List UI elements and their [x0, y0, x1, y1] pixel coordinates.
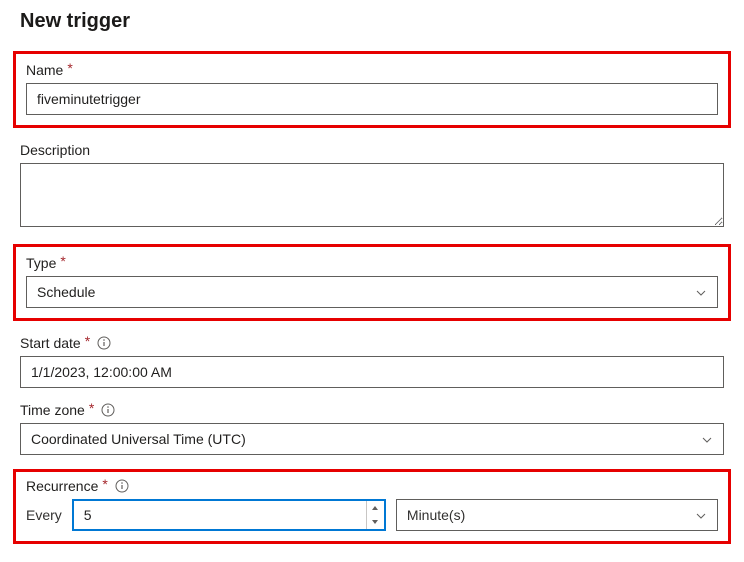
name-section-highlight: Name *: [13, 51, 731, 128]
spinner-up-button[interactable]: [367, 501, 384, 515]
type-field: Type * Schedule: [26, 255, 718, 308]
recurrence-every-value: 5: [84, 507, 366, 523]
type-label: Type: [26, 255, 56, 271]
type-section-highlight: Type * Schedule: [13, 244, 731, 321]
type-select[interactable]: Schedule: [26, 276, 718, 308]
recurrence-every-input[interactable]: 5: [72, 499, 386, 531]
time-zone-select[interactable]: Coordinated Universal Time (UTC): [20, 423, 724, 455]
required-indicator: *: [85, 333, 90, 349]
spinner-down-button[interactable]: [367, 515, 384, 529]
recurrence-label: Recurrence: [26, 478, 98, 494]
recurrence-unit-value: Minute(s): [407, 507, 465, 523]
required-indicator: *: [89, 400, 94, 416]
recurrence-row: Every 5 Minute(s): [26, 499, 718, 531]
time-zone-field: Time zone * Coordinated Universal Time (…: [20, 402, 724, 455]
recurrence-section-highlight: Recurrence * Every 5 Minute(s): [13, 469, 731, 544]
start-date-label: Start date: [20, 335, 81, 351]
name-label: Name: [26, 62, 63, 78]
start-date-field: Start date *: [20, 335, 724, 388]
chevron-down-icon: [695, 509, 707, 521]
description-label: Description: [20, 142, 90, 158]
required-indicator: *: [102, 476, 107, 492]
required-indicator: *: [67, 60, 72, 76]
required-indicator: *: [60, 253, 65, 269]
time-zone-select-value: Coordinated Universal Time (UTC): [31, 431, 246, 447]
name-input[interactable]: [26, 83, 718, 115]
description-input[interactable]: [20, 163, 724, 227]
chevron-down-icon: [372, 520, 378, 524]
info-icon[interactable]: [101, 403, 115, 417]
chevron-up-icon: [372, 506, 378, 510]
info-icon[interactable]: [115, 479, 129, 493]
recurrence-unit-select[interactable]: Minute(s): [396, 499, 718, 531]
time-zone-label: Time zone: [20, 402, 85, 418]
spinner: [366, 501, 384, 529]
every-label: Every: [26, 507, 62, 523]
type-select-value: Schedule: [37, 284, 95, 300]
page-title: New trigger: [20, 10, 724, 33]
start-date-input[interactable]: [20, 356, 724, 388]
description-field: Description: [20, 142, 724, 230]
info-icon[interactable]: [97, 336, 111, 350]
name-field: Name *: [26, 62, 718, 115]
chevron-down-icon: [701, 433, 713, 445]
chevron-down-icon: [695, 286, 707, 298]
